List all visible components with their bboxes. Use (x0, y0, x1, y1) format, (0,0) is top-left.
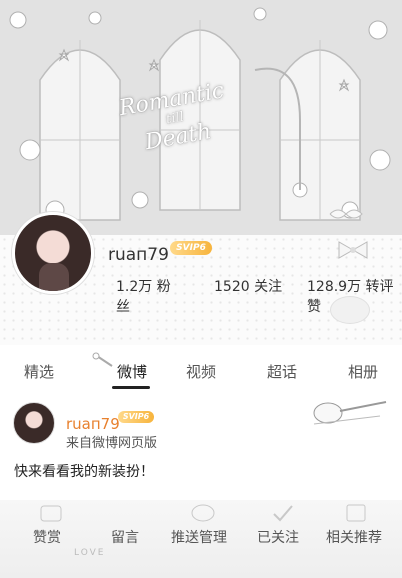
profile-avatar[interactable] (12, 212, 94, 294)
recommend-icon (346, 504, 366, 522)
post-text: 快来看看我的新装扮！ (14, 464, 154, 480)
pin-decoration-icon (92, 352, 113, 367)
tab-weibo[interactable]: 微博 (117, 361, 147, 382)
tab-album[interactable]: 相册 (348, 361, 378, 382)
active-tab-indicator (112, 386, 150, 389)
push-manage-button[interactable]: 推送管理 (171, 527, 227, 547)
stat-followers-value: 1.2万 (116, 279, 153, 295)
stat-following[interactable]: 1520 关注 (214, 276, 284, 296)
tab-video[interactable]: 视频 (186, 361, 216, 382)
reward-button[interactable]: 赞赏 (33, 527, 61, 547)
bow-decoration-icon (338, 241, 368, 259)
stat-followers[interactable]: 1.2万 粉丝 (116, 276, 176, 316)
related-recommend-button[interactable]: 相关推荐 (326, 527, 382, 547)
stat-interactions[interactable]: 128.9万 转评赞 (307, 276, 402, 316)
followed-icon (273, 505, 293, 522)
tab-featured[interactable]: 精选 (24, 361, 54, 382)
stat-following-value: 1520 (214, 279, 250, 295)
svip-badge[interactable]: SVIP6 (170, 241, 212, 255)
push-icon (191, 504, 215, 522)
stat-following-label: 关注 (254, 279, 283, 295)
reward-icon (40, 505, 62, 522)
love-decoration: LOVE (74, 548, 106, 558)
post-username[interactable]: ruaп79 (66, 415, 120, 433)
followed-button[interactable]: 已关注 (257, 527, 299, 547)
post-source: 来自微博网页版 (66, 436, 158, 451)
tab-super-topic[interactable]: 超话 (267, 361, 297, 382)
violin-decoration-icon (313, 401, 387, 425)
profile-username[interactable]: ruaп79 (108, 245, 169, 265)
profile-cover: Romantic till Death (0, 0, 402, 235)
post-avatar[interactable] (13, 402, 55, 444)
profile-tabs: 精选 微博 视频 超话 相册 (0, 350, 402, 390)
message-button[interactable]: 留言 (111, 527, 139, 547)
stat-interactions-value: 128.9万 (307, 279, 362, 295)
post-svip-badge[interactable]: SVIP6 (118, 411, 154, 423)
